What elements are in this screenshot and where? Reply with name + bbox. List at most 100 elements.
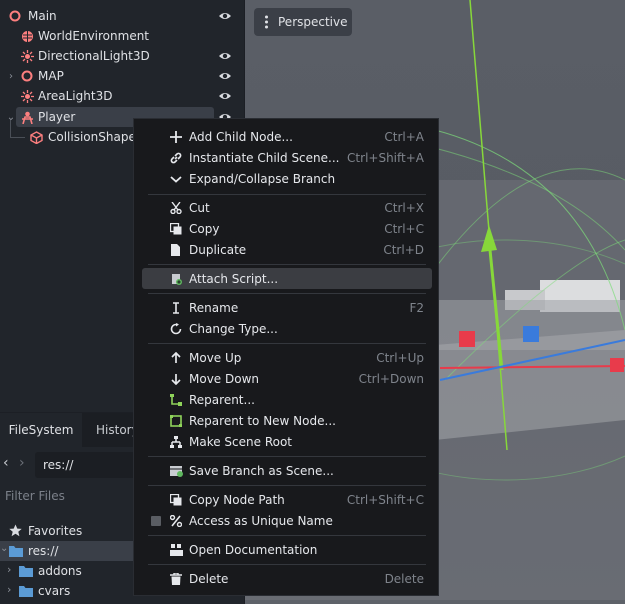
menu-item-label: Save Branch as Scene...	[189, 463, 334, 478]
menu-item-copy[interactable]: Copy Ctrl+C	[134, 218, 440, 239]
reparent-new-icon	[169, 414, 183, 428]
tree-node-label: Player	[38, 110, 76, 124]
tree-node-worldenvironment[interactable]: WorldEnvironment	[0, 26, 244, 46]
sun-icon	[20, 89, 34, 103]
fs-item-favorites[interactable]: Favorites	[0, 521, 135, 541]
menu-separator	[148, 535, 426, 536]
menu-item-copy-node-path[interactable]: Copy Node Path Ctrl+Shift+C	[134, 489, 440, 510]
rotate-icon	[169, 322, 183, 336]
visibility-eye-icon[interactable]	[218, 69, 232, 83]
doc-icon	[169, 543, 183, 557]
menu-item-add-child-node[interactable]: Add Child Node... Ctrl+A	[134, 126, 440, 147]
menu-item-shortcut: Delete	[384, 571, 424, 586]
menu-item-shortcut: Ctrl+Up	[376, 350, 424, 365]
folder-icon	[9, 545, 23, 560]
menu-item-label: Make Scene Root	[189, 434, 293, 449]
menu-item-label: Open Documentation	[189, 542, 318, 557]
menu-separator	[148, 264, 426, 265]
tree-node-label: AreaLight3D	[38, 89, 113, 103]
text-cursor-icon	[169, 301, 183, 315]
menu-separator	[148, 343, 426, 344]
menu-item-access-as-unique-name[interactable]: Access as Unique Name	[134, 510, 440, 531]
perspective-label: Perspective	[278, 15, 348, 29]
menu-item-label: Copy	[189, 221, 220, 236]
chevron-right-icon[interactable]: ›	[7, 563, 11, 576]
menu-item-make-scene-root[interactable]: Make Scene Root	[134, 431, 440, 452]
collision-shape-icon	[29, 130, 43, 144]
menu-item-expand-collapse-branch[interactable]: Expand/Collapse Branch	[134, 168, 440, 189]
menu-item-shortcut: Ctrl+A	[384, 129, 424, 144]
menu-item-reparent-to-new-node[interactable]: Reparent to New Node...	[134, 410, 440, 431]
fs-item-cvars[interactable]: › cvars	[0, 581, 135, 601]
link-icon	[169, 151, 183, 165]
menu-item-save-branch-as-scene[interactable]: Save Branch as Scene...	[134, 460, 440, 481]
menu-item-label: Move Up	[189, 350, 242, 365]
tree-node-main[interactable]: Main	[0, 6, 244, 26]
menu-separator	[148, 485, 426, 486]
visibility-eye-icon[interactable]	[218, 49, 232, 63]
tree-node-label: CollisionShape	[48, 130, 136, 144]
chevron-right-icon[interactable]: ›	[6, 71, 16, 82]
visibility-eye-icon[interactable]	[218, 89, 232, 103]
menu-item-delete[interactable]: Delete Delete	[134, 568, 440, 589]
script-add-icon	[169, 272, 183, 286]
duplicate-icon	[169, 243, 183, 257]
copy-icon	[169, 222, 183, 236]
menu-item-label: Cut	[189, 200, 210, 215]
menu-item-label: Duplicate	[189, 242, 247, 257]
filter-files-input[interactable]: Filter Files	[0, 484, 140, 508]
chevron-right-icon[interactable]: ›	[7, 583, 11, 596]
menu-item-move-up[interactable]: Move Up Ctrl+Up	[134, 347, 440, 368]
menu-item-attach-script[interactable]: Attach Script...	[142, 268, 432, 289]
chevron-left-icon[interactable]: ‹	[3, 455, 9, 471]
menu-item-label: Move Down	[189, 371, 259, 386]
menu-item-open-documentation[interactable]: Open Documentation	[134, 539, 440, 560]
tree-node-map[interactable]: › MAP	[0, 66, 244, 86]
plus-icon	[169, 130, 183, 144]
folder-icon	[19, 585, 33, 600]
tree-node-arealight3d[interactable]: AreaLight3D	[0, 86, 244, 106]
menu-item-shortcut: Ctrl+C	[384, 221, 424, 236]
fs-item-label: res://	[28, 544, 59, 558]
menu-item-label: Attach Script...	[189, 271, 279, 286]
reparent-icon	[169, 393, 183, 407]
menu-item-shortcut: F2	[409, 300, 424, 315]
tree-node-directionallight3d[interactable]: DirectionalLight3D	[0, 46, 244, 66]
menu-item-change-type[interactable]: Change Type...	[134, 318, 440, 339]
menu-item-shortcut: Ctrl+X	[384, 200, 424, 215]
menu-item-label: Expand/Collapse Branch	[189, 171, 336, 186]
menu-item-label: Change Type...	[189, 321, 278, 336]
menu-item-reparent[interactable]: Reparent...	[134, 389, 440, 410]
fs-item-label: addons	[38, 564, 82, 578]
checkbox-icon[interactable]	[151, 515, 161, 526]
menu-item-cut[interactable]: Cut Ctrl+X	[134, 197, 440, 218]
menu-item-label: Delete	[189, 571, 229, 586]
menu-item-label: Instantiate Child Scene...	[189, 150, 340, 165]
tab-filesystem[interactable]: FileSystem	[0, 413, 82, 447]
perspective-button[interactable]: Perspective	[254, 8, 352, 36]
menu-item-rename[interactable]: Rename F2	[134, 297, 440, 318]
tab-label: FileSystem	[8, 423, 74, 437]
menu-item-duplicate[interactable]: Duplicate Ctrl+D	[134, 239, 440, 260]
percent-icon	[169, 514, 183, 528]
fs-item-label: cvars	[38, 584, 71, 598]
menu-item-label: Reparent to New Node...	[189, 413, 336, 428]
chevron-right-icon[interactable]: ›	[19, 455, 25, 471]
menu-item-move-down[interactable]: Move Down Ctrl+Down	[134, 368, 440, 389]
folder-icon	[19, 565, 33, 580]
scissors-icon	[169, 201, 183, 215]
chevron-down-icon[interactable]: ⌄	[0, 543, 8, 554]
arrow-down-icon	[169, 372, 183, 386]
fs-item-res[interactable]: ⌄ res://	[0, 541, 135, 561]
filter-placeholder: Filter Files	[5, 489, 65, 503]
menu-item-label: Add Child Node...	[189, 129, 293, 144]
menu-separator	[148, 564, 426, 565]
menu-item-shortcut: Ctrl+Shift+C	[346, 492, 424, 507]
menu-item-label: Reparent...	[189, 392, 255, 407]
context-menu: Add Child Node... Ctrl+A Instantiate Chi…	[133, 118, 439, 596]
menu-item-instantiate-child-scene[interactable]: Instantiate Child Scene... Ctrl+Shift+A	[134, 147, 440, 168]
menu-item-shortcut: Ctrl+D	[383, 242, 424, 257]
visibility-eye-icon[interactable]	[218, 9, 232, 23]
world-environment-icon	[20, 29, 34, 43]
fs-item-addons[interactable]: › addons	[0, 561, 135, 581]
